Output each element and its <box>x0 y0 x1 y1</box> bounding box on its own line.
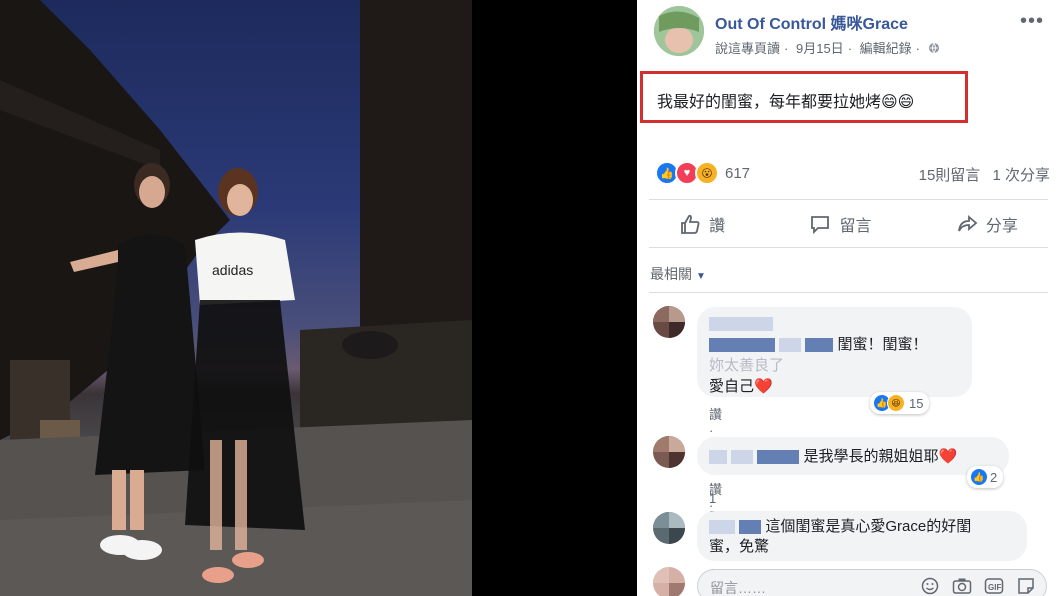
post-text: 我最好的閨蜜，每年都要拉她烤😄😄 <box>657 94 915 111</box>
redacted-name <box>731 450 754 465</box>
emoji-icon[interactable] <box>920 576 940 596</box>
post-stats: 15則留言 1 次分享 <box>911 164 1050 185</box>
page-name-link[interactable]: Out Of Control 媽咪Grace <box>715 10 908 34</box>
action-bar: 讚 留言 分享 <box>637 205 1060 243</box>
highlight-box: 我最好的閨蜜，每年都要拉她烤😄😄 <box>640 71 968 123</box>
share-button[interactable]: 分享 <box>946 212 1028 236</box>
share-label: 分享 <box>985 218 1018 235</box>
comment-text: 妳太善良了 <box>709 357 785 374</box>
meta-date[interactable]: 9月15日 <box>796 41 844 56</box>
comment-like-link[interactable]: 讚 <box>709 407 722 422</box>
comment-label: 留言 <box>839 218 872 235</box>
sticker-icon[interactable] <box>1016 576 1036 596</box>
caret-down-icon: ▼ <box>696 271 706 282</box>
comment-bubble: 這個閨蜜是真心愛Grace的好閨 蜜，免驚 <box>697 511 1027 561</box>
current-user-avatar[interactable] <box>653 567 685 596</box>
like-button[interactable]: 讚 <box>669 212 735 236</box>
divider <box>649 292 1048 293</box>
reaction-summary[interactable]: 👍 ♥ 😮 617 <box>655 161 750 185</box>
thumbs-up-icon <box>681 214 700 234</box>
camera-icon[interactable] <box>952 576 972 596</box>
comment-like-link[interactable]: 讚 <box>709 482 722 497</box>
reaction-count: 15 <box>909 395 924 411</box>
reaction-count: 2 <box>990 469 998 485</box>
comment-input-placeholder: 留言…… <box>710 580 766 596</box>
haha-reaction-icon: 😆 <box>887 394 905 412</box>
redacted-name <box>709 450 727 465</box>
post-panel: Out Of Control 媽咪Grace 說這專頁讀 · 9月15日 · 編輯紀… <box>637 0 1060 596</box>
shares-count-link[interactable]: 1 次分享 <box>992 167 1050 184</box>
comment-text: 蜜，免驚 <box>709 538 770 555</box>
svg-text:adidas: adidas <box>212 262 253 278</box>
comment-icon <box>811 216 830 235</box>
like-label: 讚 <box>709 218 726 235</box>
redacted-name <box>709 338 775 353</box>
comment-input[interactable]: 留言…… GIF <box>697 569 1047 596</box>
commenter-avatar[interactable] <box>653 436 685 468</box>
comment-bubble: 閨蜜！閨蜜！ 妳太善良了 愛自己❤️ <box>697 307 972 397</box>
page-avatar[interactable] <box>654 6 704 56</box>
comment-text: 閨蜜！閨蜜！ <box>837 336 928 353</box>
reaction-count: 617 <box>725 164 751 182</box>
redacted-name <box>709 317 773 332</box>
redacted-name <box>757 450 800 465</box>
meta-edited[interactable]: 編輯紀錄 <box>860 41 912 56</box>
photo-area: adidas <box>0 0 637 596</box>
comment-bubble: 是我學長的親姐姐耶❤️ <box>697 437 1009 475</box>
sort-label: 最相關 <box>650 266 692 282</box>
comment-text: 這個閨蜜是真心愛Grace的好閨 <box>765 518 972 535</box>
redacted-name <box>709 520 735 535</box>
commenter-avatar[interactable] <box>653 512 685 544</box>
like-reaction-icon: 👍 <box>970 468 988 486</box>
post-photo[interactable]: adidas <box>0 0 472 596</box>
comment-input-tools: GIF <box>920 576 1036 596</box>
commenter-avatar[interactable] <box>653 306 685 338</box>
comment-button[interactable]: 留言 <box>799 212 881 236</box>
comment-text: 是我學長的親姐姐耶❤️ <box>803 448 958 465</box>
comment-sort-dropdown[interactable]: 最相關 ▼ <box>650 264 706 284</box>
redacted-name <box>779 338 802 353</box>
redacted-name <box>805 338 834 353</box>
divider <box>649 199 1048 200</box>
globe-icon <box>928 41 940 56</box>
svg-text:GIF: GIF <box>988 583 1001 592</box>
wow-reaction-icon: 😮 <box>695 161 719 185</box>
share-icon <box>957 215 978 232</box>
gif-icon[interactable]: GIF <box>984 576 1004 596</box>
comment-reaction-badge[interactable]: 👍 😆 15 <box>870 392 930 414</box>
redacted-name <box>739 520 762 535</box>
divider <box>649 247 1048 248</box>
meta-author[interactable]: 說這專頁讀 <box>715 41 780 56</box>
photo-scene: adidas <box>0 0 472 596</box>
post-meta: 說這專頁讀 · 9月15日 · 編輯紀錄 · <box>715 38 944 57</box>
more-options-icon[interactable]: ••• <box>1020 10 1044 33</box>
comment-reaction-badge[interactable]: 👍 2 <box>967 466 1004 488</box>
comments-count-link[interactable]: 15則留言 <box>919 167 981 184</box>
